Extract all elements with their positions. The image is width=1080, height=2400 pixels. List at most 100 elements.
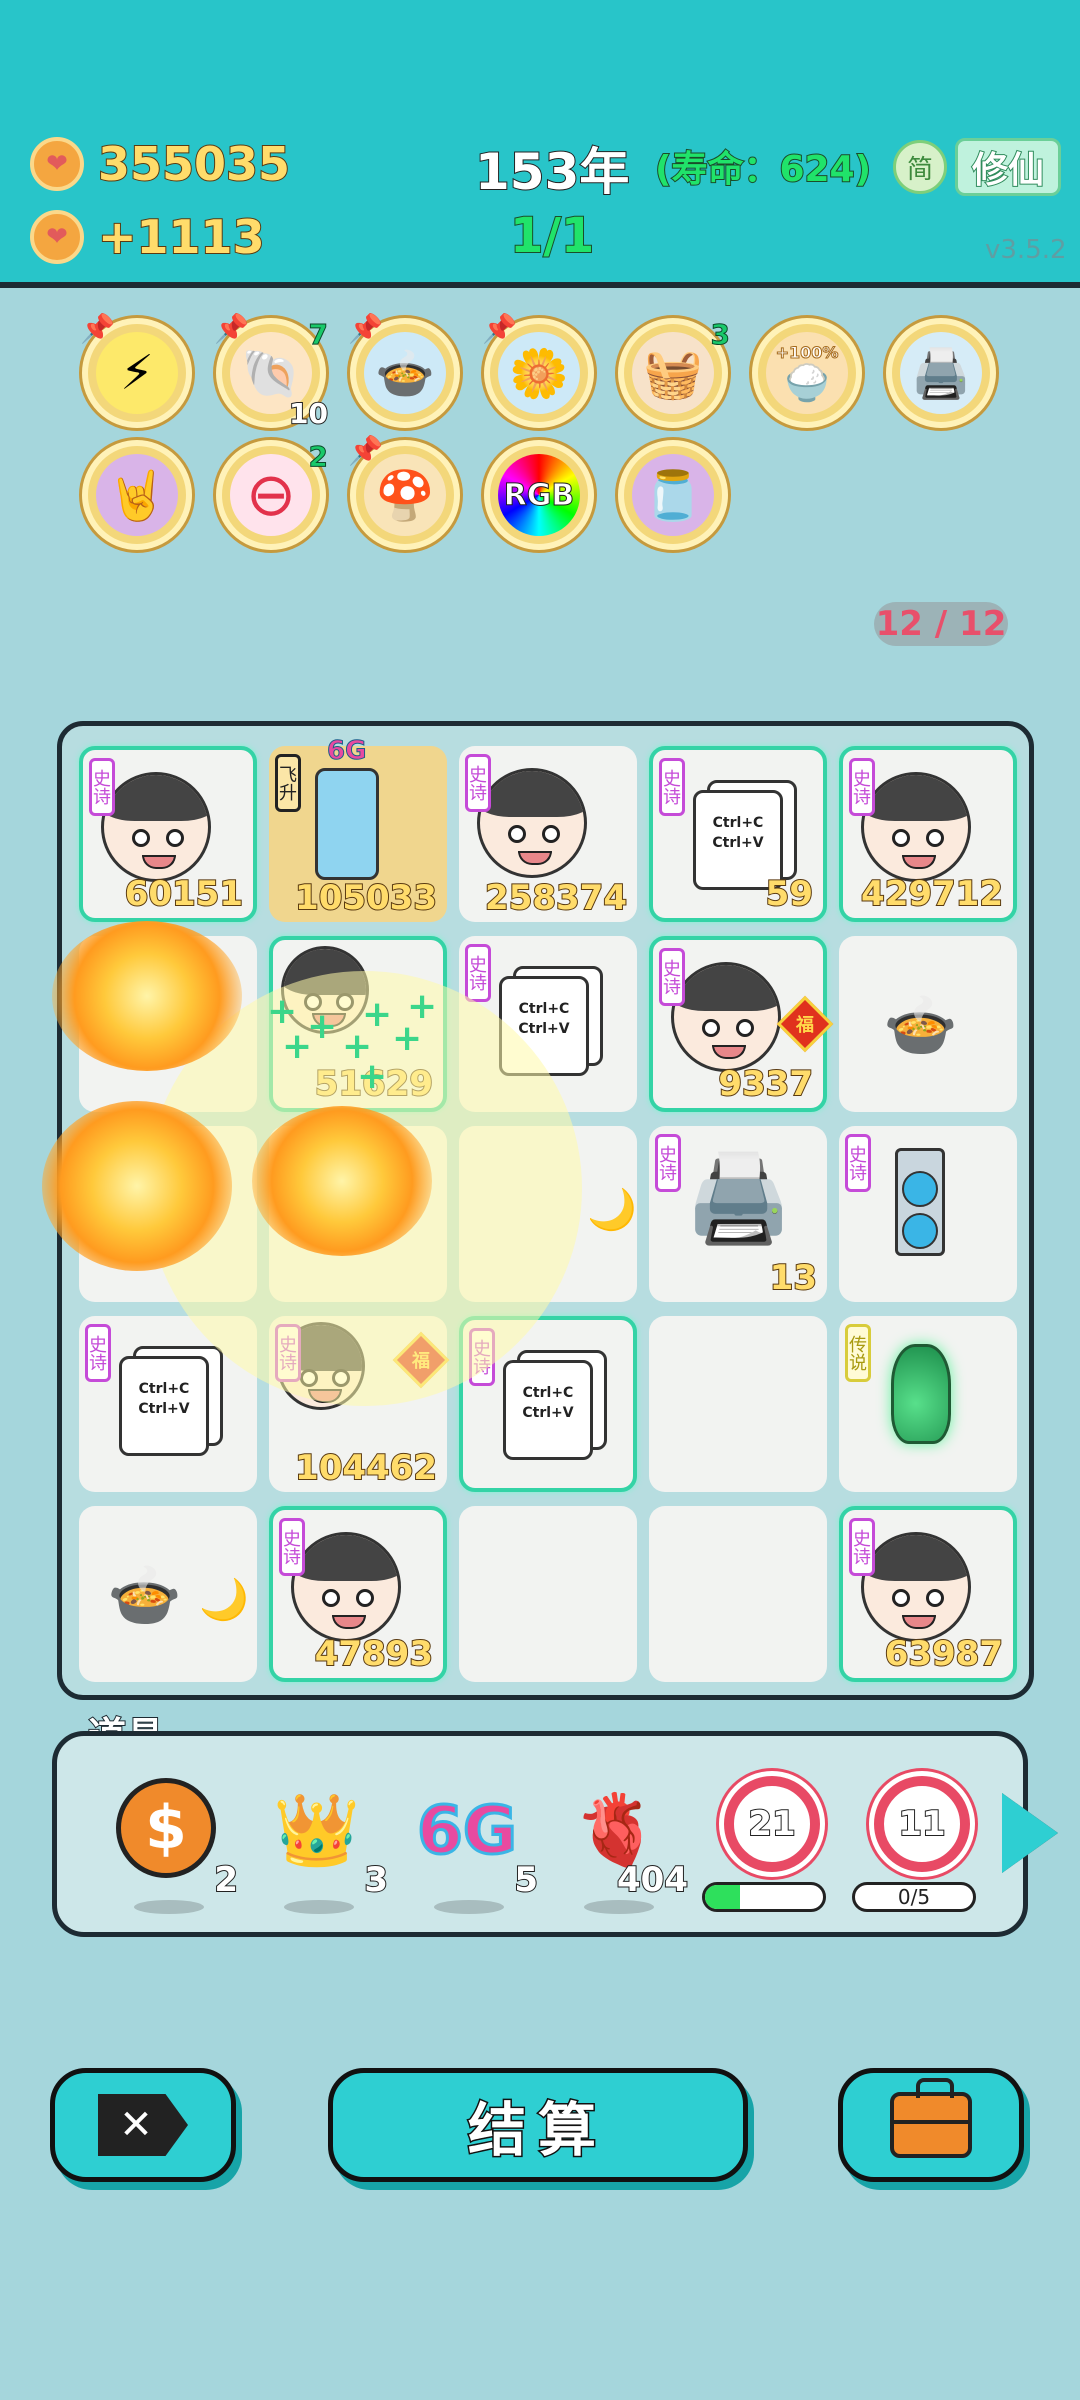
- board-cell[interactable]: 史诗 258374: [459, 746, 637, 922]
- eye: [892, 829, 910, 847]
- hair: [864, 775, 968, 821]
- board-cell[interactable]: 史诗 429712: [839, 746, 1017, 922]
- shell-relic[interactable]: 🐚 📌 7 10: [214, 312, 329, 431]
- next-page-arrow-icon[interactable]: [1002, 1793, 1058, 1873]
- 6g-item[interactable]: 6G 5: [412, 1770, 539, 1914]
- liver-item[interactable]: 🫀 404: [562, 1770, 689, 1914]
- rarity-tag: 史诗: [659, 758, 685, 816]
- settle-button[interactable]: 结算: [328, 2068, 748, 2182]
- rgb-label: RGB: [503, 477, 575, 513]
- board-cell[interactable]: 🍲 🌙: [79, 1506, 257, 1682]
- target-item[interactable]: 21: [702, 1770, 832, 1912]
- target-icon: 11: [874, 1776, 970, 1872]
- jar-relic[interactable]: 🫙: [618, 440, 728, 550]
- cell-value: 59: [765, 873, 814, 915]
- item-shadow: [434, 1900, 504, 1914]
- basket-icon: 🧺: [632, 332, 714, 414]
- board-cell[interactable]: 传说: [839, 1316, 1017, 1492]
- eye: [702, 1019, 720, 1037]
- progress-text: 0/5: [897, 1885, 931, 1909]
- rice-bowl-relic[interactable]: +100% 🍚: [752, 318, 862, 428]
- face-icon: [291, 1532, 401, 1642]
- board-cell[interactable]: 🍲: [839, 936, 1017, 1112]
- board-cell[interactable]: 🖨️ 史诗 13: [649, 1126, 827, 1302]
- mouth: [712, 1045, 746, 1059]
- minus-relic[interactable]: ⊖ 2: [216, 440, 329, 550]
- sparkle-plus-icon: +: [392, 1018, 423, 1059]
- dollar-coin-item[interactable]: $2: [112, 1770, 239, 1914]
- rarity-tag: 史诗: [849, 1518, 875, 1576]
- progress-bar: 0/5: [852, 1882, 976, 1912]
- board-cell[interactable]: 史诗: [839, 1126, 1017, 1302]
- printer-relic[interactable]: 🖨️: [886, 318, 996, 428]
- cell-value: 47893: [314, 1633, 434, 1675]
- rice-cooker-relic[interactable]: 🍲 📌: [348, 312, 460, 428]
- cell-value: 60151: [124, 873, 244, 915]
- target-item[interactable]: 11 0/5: [852, 1770, 982, 1912]
- bowl-icon: 🍚: [784, 362, 830, 404]
- mushroom-cloud-relic[interactable]: 🍄 📌: [348, 434, 460, 550]
- heart-coin-icon: ❤: [30, 137, 84, 191]
- close-icon: ✕: [98, 2094, 188, 2156]
- pin-icon: 📌: [348, 312, 383, 345]
- relic-count: 7: [308, 318, 329, 352]
- basket-relic[interactable]: 🧺 3: [618, 318, 731, 428]
- eye: [322, 1589, 340, 1607]
- rgb-relic[interactable]: RGB: [484, 440, 594, 550]
- progress-fill: [705, 1885, 741, 1909]
- rarity-tag: 史诗: [465, 754, 491, 812]
- close-button[interactable]: ✕: [50, 2068, 236, 2182]
- eye: [356, 1589, 374, 1607]
- cell-value: 13: [769, 1257, 818, 1299]
- cultivate-button[interactable]: 修仙: [955, 138, 1061, 196]
- board-cell[interactable]: Ctrl+C Ctrl+V 史诗 59: [649, 746, 827, 922]
- hair: [480, 771, 584, 817]
- simplified-toggle-button[interactable]: 简: [893, 140, 947, 194]
- board-cell[interactable]: 史诗 63987: [839, 1506, 1017, 1682]
- eye: [736, 1019, 754, 1037]
- mouth: [518, 851, 552, 865]
- board-cell[interactable]: 史诗福 9337: [649, 936, 834, 1112]
- cell-value: 258374: [484, 877, 628, 919]
- cell-value: 9337: [717, 1063, 814, 1105]
- relic-label: +100%: [775, 342, 839, 362]
- item-count: 3: [363, 1859, 389, 1901]
- crown-item[interactable]: 👑 3: [262, 1770, 389, 1914]
- mouth: [902, 855, 936, 869]
- item-count: 404: [616, 1859, 689, 1901]
- printer-icon: 🖨️: [900, 332, 982, 414]
- item-count: 5: [513, 1859, 539, 1901]
- briefcase-icon: [890, 2078, 972, 2158]
- year-label: 153年: [474, 142, 630, 202]
- hair: [674, 965, 778, 1011]
- backpack-button[interactable]: [838, 2068, 1024, 2182]
- face-icon: [861, 772, 971, 882]
- explosion-effect: [252, 1106, 432, 1256]
- board-cell[interactable]: [649, 1506, 827, 1682]
- printer-icon: 🖨️: [685, 1149, 793, 1249]
- jar-icon: 🫙: [632, 454, 714, 536]
- eye: [926, 1589, 944, 1607]
- mouth: [142, 855, 176, 869]
- rice-bowl-icon: +100% 🍚: [766, 332, 848, 414]
- coin-counter: ❤ 355035: [30, 136, 291, 192]
- rock-hand-relic[interactable]: 🤘: [82, 440, 192, 550]
- board-cell[interactable]: 6G 飞升 105033: [269, 736, 447, 922]
- eye: [926, 829, 944, 847]
- hair: [104, 775, 208, 821]
- moon-icon: 🌙: [587, 1187, 637, 1233]
- board-cell[interactable]: 史诗 60151: [79, 746, 257, 922]
- sparkle-plus-icon: +: [282, 1026, 313, 1067]
- item-shadow: [584, 1900, 654, 1914]
- fridge-6g-label: 6G: [326, 736, 367, 767]
- rarity-tag: 史诗: [849, 758, 875, 816]
- mouth: [902, 1615, 936, 1629]
- eye: [508, 825, 526, 843]
- lightning-relic[interactable]: ⚡ 📌: [80, 312, 192, 428]
- cell-value: 105033: [294, 877, 438, 919]
- flower-pot-relic[interactable]: 🌼 📌: [482, 312, 594, 428]
- board-cell[interactable]: [649, 1316, 827, 1492]
- board-cell[interactable]: [459, 1506, 637, 1682]
- board-cell[interactable]: 史诗 47893: [269, 1506, 447, 1682]
- dollar-coin-icon: $: [116, 1778, 216, 1878]
